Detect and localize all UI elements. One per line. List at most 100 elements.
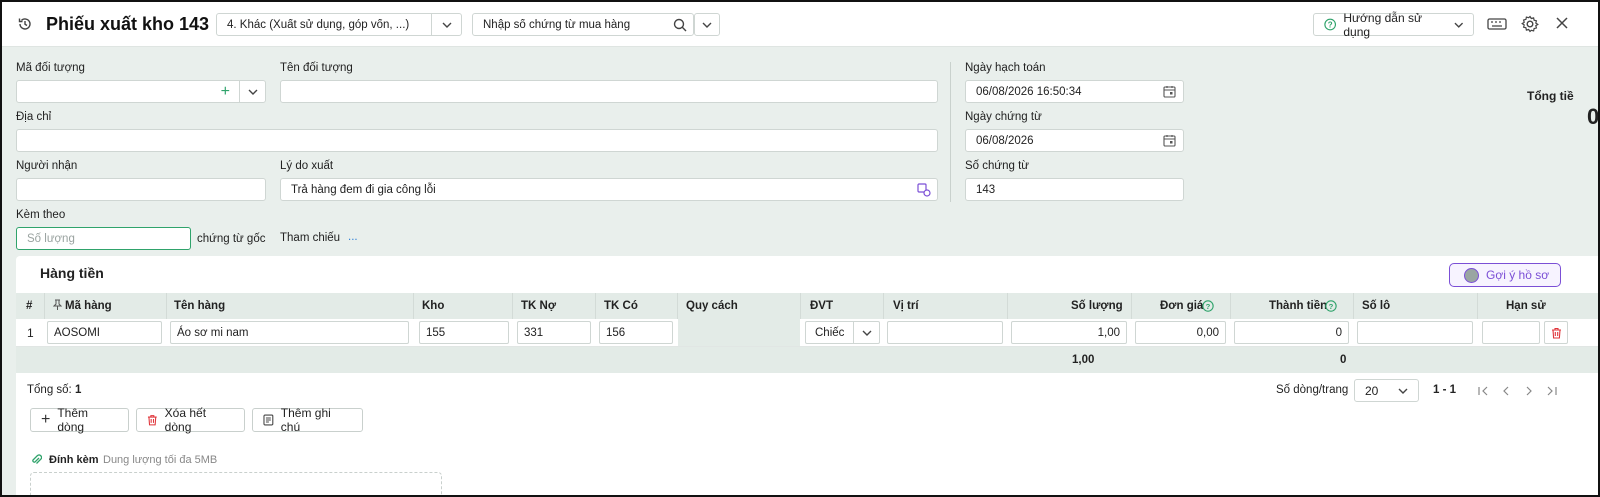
next-page-icon[interactable] [1525, 385, 1533, 399]
tk-no-cell[interactable]: 331 [517, 321, 591, 344]
paperclip-icon [30, 453, 43, 469]
help-circle-icon[interactable]: ? [1325, 300, 1337, 315]
col-ten-hang[interactable]: Tên hàng [174, 293, 225, 319]
calendar-icon[interactable] [1163, 85, 1176, 101]
voucher-type-select[interactable]: 4. Khác (Xuất sử dụng, góp vốn, ...) [216, 13, 462, 36]
trash-icon [1551, 327, 1561, 339]
history-icon[interactable] [17, 16, 33, 32]
chevron-down-icon[interactable] [431, 14, 461, 35]
ly-do-xuat-input[interactable]: Trả hàng đem đi gia công lỗi [280, 178, 938, 201]
col-kho[interactable]: Kho [422, 293, 444, 319]
col-vi-tri[interactable]: Vị trí [893, 293, 919, 319]
plus-icon: + [41, 411, 51, 428]
help-circle-icon[interactable]: ? [1202, 300, 1214, 315]
prev-page-icon[interactable] [1502, 385, 1510, 399]
tham-chieu-link[interactable]: ... [348, 231, 358, 243]
guide-label: Hướng dẫn sử dụng [1343, 10, 1422, 39]
page-range: 1 - 1 [1433, 384, 1457, 396]
dia-chi-label: Địa chỉ [16, 111, 52, 123]
ten-doi-tuong-input[interactable] [280, 80, 938, 103]
search-dropdown-button[interactable] [694, 13, 720, 36]
chevron-down-icon[interactable] [853, 322, 879, 343]
quy-cach-cell [678, 319, 800, 346]
col-ma-hang[interactable]: Mã hàng [65, 293, 112, 319]
ma-doi-tuong-input[interactable]: + [16, 80, 240, 103]
suggest-label: Gợi ý hồ sơ [1486, 268, 1550, 282]
calendar-icon[interactable] [1163, 134, 1176, 150]
help-circle-icon: ? [1324, 18, 1337, 31]
vi-tri-cell[interactable] [887, 321, 1003, 344]
total-count: Tổng số: 1 [27, 384, 81, 396]
col-index: # [26, 300, 33, 312]
suggest-button[interactable]: Gợi ý hồ sơ [1449, 263, 1561, 287]
tk-co-cell[interactable]: 156 [599, 321, 673, 344]
nguoi-nhan-input[interactable] [16, 178, 266, 201]
pin-icon[interactable] [52, 299, 63, 314]
delete-all-button[interactable]: Xóa hết dòng [136, 406, 245, 434]
row-index: 1 [27, 326, 34, 340]
col-so-luong[interactable]: Số lượng [1071, 293, 1123, 319]
form-divider [950, 62, 951, 202]
search-placeholder: Nhập số chứng từ mua hàng [483, 18, 631, 31]
goods-panel: Hàng tiền Gợi ý hồ sơ # Mã hàng Tên hàng… [16, 256, 1598, 495]
ly-do-xuat-label: Lý do xuất [280, 160, 334, 172]
close-icon[interactable] [1556, 17, 1568, 29]
last-page-icon[interactable] [1546, 385, 1557, 399]
col-so-lo[interactable]: Số lô [1362, 293, 1390, 319]
ly-do-xuat-value: Trả hàng đem đi gia công lỗi [291, 183, 436, 196]
gear-icon[interactable] [1521, 15, 1539, 33]
svg-text:?: ? [1206, 302, 1211, 311]
first-page-icon[interactable] [1478, 385, 1489, 399]
plus-icon[interactable]: + [221, 83, 230, 101]
note-icon [263, 414, 274, 426]
so-lo-cell[interactable] [1357, 321, 1473, 344]
kem-theo-placeholder: Số lượng [27, 232, 75, 245]
ma-hang-cell[interactable]: AOSOMI [47, 321, 162, 344]
rows-per-page-select[interactable]: 20 [1354, 379, 1419, 402]
dia-chi-input[interactable] [16, 129, 938, 152]
total-thanh-tien: 0 [1340, 354, 1347, 366]
delete-all-label: Xóa hết dòng [164, 406, 207, 434]
col-thanh-tien[interactable]: Thành tiền [1269, 293, 1327, 319]
purchase-search-input[interactable]: Nhập số chứng từ mua hàng [472, 13, 694, 36]
col-tk-no[interactable]: TK Nợ [521, 293, 556, 319]
dvt-value: Chiếc [815, 326, 845, 339]
ma-doi-tuong-dropdown[interactable] [239, 80, 266, 103]
thanh-tien-cell[interactable]: 0 [1234, 321, 1349, 344]
ngay-chung-tu-value: 06/08/2026 [976, 134, 1034, 147]
attach-dropzone[interactable] [30, 472, 442, 495]
col-tk-co[interactable]: TK Có [604, 293, 638, 319]
table-row: 1 AOSOMI Áo sơ mi nam 155 331 156 Chiếc … [16, 319, 1598, 347]
col-han-su[interactable]: Hạn sử [1506, 293, 1546, 319]
ngay-chung-tu-input[interactable]: 06/08/2026 [965, 129, 1184, 152]
guide-button[interactable]: ? Hướng dẫn sử dụng [1313, 10, 1474, 39]
search-icon[interactable] [667, 18, 693, 32]
so-luong-cell[interactable]: 1,00 [1011, 321, 1127, 344]
page-title: Phiếu xuất kho 143 [46, 14, 210, 34]
add-note-button[interactable]: Thêm ghi chú [252, 406, 363, 434]
han-su-cell[interactable] [1482, 321, 1540, 344]
ngay-hach-toan-input[interactable]: 06/08/2026 16:50:34 [965, 80, 1184, 103]
so-chung-tu-input[interactable]: 143 [965, 178, 1184, 201]
col-quy-cach[interactable]: Quy cách [686, 293, 738, 319]
svg-text:?: ? [1328, 20, 1333, 29]
kem-theo-input[interactable]: Số lượng [16, 227, 191, 250]
voucher-window: Phiếu xuất kho 143 4. Khác (Xuất sử dụng… [0, 0, 1600, 497]
col-dvt[interactable]: ĐVT [810, 293, 833, 319]
attach-hint: Dung lượng tối đa 5MB [103, 454, 218, 466]
dvt-select[interactable]: Chiếc [805, 321, 880, 344]
ma-doi-tuong-label: Mã đối tượng [16, 62, 85, 74]
col-don-gia[interactable]: Đơn giá [1160, 293, 1203, 319]
template-icon[interactable] [917, 183, 931, 200]
don-gia-cell[interactable]: 0,00 [1135, 321, 1226, 344]
delete-row-button[interactable] [1544, 321, 1568, 344]
so-chung-tu-label: Số chứng từ [965, 160, 1029, 172]
ten-hang-cell[interactable]: Áo sơ mi nam [170, 321, 409, 344]
keyboard-icon[interactable] [1487, 16, 1507, 32]
kho-cell[interactable]: 155 [419, 321, 509, 344]
add-row-button[interactable]: + Thêm dòng [30, 406, 129, 434]
chevron-down-icon [1398, 388, 1408, 394]
rows-per-page-label: Số dòng/trang [1276, 384, 1349, 396]
total-so-luong: 1,00 [1072, 354, 1095, 366]
tham-chieu-label: Tham chiếu [280, 232, 341, 244]
